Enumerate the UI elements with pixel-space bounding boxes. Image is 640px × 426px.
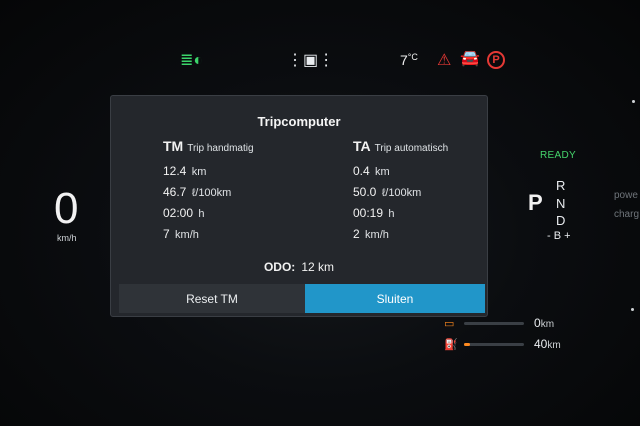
battery-range-bar (464, 321, 524, 325)
tripcomputer-dialog: Tripcomputer TM Trip handmatig 12.4 km 46… (110, 95, 488, 317)
gear-r: R (556, 178, 566, 193)
temperature-unit: °C (407, 52, 418, 62)
fuel-range-bar (464, 342, 524, 346)
temperature-value: 7 (400, 52, 408, 68)
trip-manual-column: TM Trip handmatig 12.4 km 46.7 ℓ/100km 02… (163, 138, 323, 242)
trip-manual-label: TM (163, 138, 184, 154)
odometer-unit: km (318, 260, 335, 274)
trip-manual-header: TM Trip handmatig (163, 138, 323, 158)
trip-manual-time-unit: h (198, 208, 205, 220)
trip-auto-consumption: 50.0 ℓ/100km (353, 185, 513, 200)
outside-temperature: 7°C (400, 52, 418, 68)
trip-auto-avg-speed-value: 2 (353, 227, 360, 241)
battery-range-number: 0 (534, 316, 541, 330)
fuel-range-fill (464, 342, 470, 346)
trip-manual-avg-speed-unit: km/h (175, 229, 199, 241)
trip-auto-consumption-unit: ℓ/100km (381, 187, 422, 199)
odometer: ODO: 12 km (111, 260, 487, 274)
gear-b-regen: - B + (547, 230, 571, 242)
trip-manual-avg-speed: 7 km/h (163, 227, 323, 242)
speed-unit: km/h (57, 233, 77, 243)
trip-auto-avg-speed-unit: km/h (365, 229, 389, 241)
trip-auto-sublabel: Trip automatisch (374, 143, 449, 154)
trip-auto-distance-value: 0.4 (353, 164, 370, 178)
gauge-dot (632, 100, 635, 103)
trip-manual-consumption-value: 46.7 (163, 185, 187, 199)
battery-range-unit: km (540, 319, 555, 330)
odometer-value: 12 (301, 260, 315, 274)
odometer-label: ODO: (263, 260, 296, 274)
low-beam-headlights-icon: ≣◐ (180, 52, 204, 69)
fuel-range-number: 40 (534, 337, 548, 351)
gauge-dot (631, 308, 634, 311)
trip-auto-avg-speed: 2 km/h (353, 227, 513, 242)
gear-n: N (556, 196, 566, 211)
reset-tm-button[interactable]: Reset TM (119, 284, 305, 313)
fuel-range-row: ⛽ 40km (444, 337, 561, 351)
trip-manual-avg-speed-value: 7 (163, 227, 170, 241)
trip-auto-distance-unit: km (375, 166, 390, 178)
trip-manual-consumption: 46.7 ℓ/100km (163, 185, 323, 200)
side-label-charge: charg (614, 209, 640, 220)
battery-range-row: ▭ 0km (444, 316, 554, 330)
seatbelt-warning-icon: ⚠ (437, 52, 452, 69)
fuel-range-value: 40km (534, 337, 561, 351)
park-brake-icon: P (487, 51, 505, 69)
trip-manual-sublabel: Trip handmatig (187, 143, 254, 154)
trip-auto-time-unit: h (388, 208, 395, 220)
trip-auto-label: TA (353, 138, 371, 154)
close-button[interactable]: Sluiten (305, 284, 485, 313)
trip-manual-time-value: 02:00 (163, 206, 194, 220)
trip-manual-time: 02:00 h (163, 206, 323, 221)
trip-auto-time: 00:19 h (353, 206, 513, 221)
trip-manual-consumption-unit: ℓ/100km (191, 187, 232, 199)
trip-auto-header: TA Trip automatisch (353, 138, 513, 158)
battery-range-value: 0km (534, 316, 554, 330)
door-open-icon: 🚘 (460, 50, 480, 67)
battery-range-icon: ▭ (444, 317, 455, 330)
trip-manual-distance: 12.4 km (163, 164, 323, 179)
fuel-range-unit: km (547, 340, 561, 351)
trip-auto-time-value: 00:19 (353, 206, 384, 220)
lane-assist-icon: ⋮▣⋮ (287, 52, 335, 69)
trip-auto-consumption-value: 50.0 (353, 185, 377, 199)
current-gear: P (528, 190, 543, 215)
trip-manual-distance-value: 12.4 (163, 164, 187, 178)
speed-value: 0 (54, 184, 79, 233)
trip-auto-distance: 0.4 km (353, 164, 513, 179)
trip-auto-column: TA Trip automatisch 0.4 km 50.0 ℓ/100km 0… (353, 138, 513, 242)
gear-d: D (556, 213, 566, 228)
dialog-title: Tripcomputer (257, 114, 341, 129)
side-label-power: powe (614, 190, 638, 201)
ready-indicator: READY (540, 150, 576, 161)
fuel-range-icon: ⛽ (444, 338, 458, 351)
trip-manual-distance-unit: km (191, 166, 207, 178)
